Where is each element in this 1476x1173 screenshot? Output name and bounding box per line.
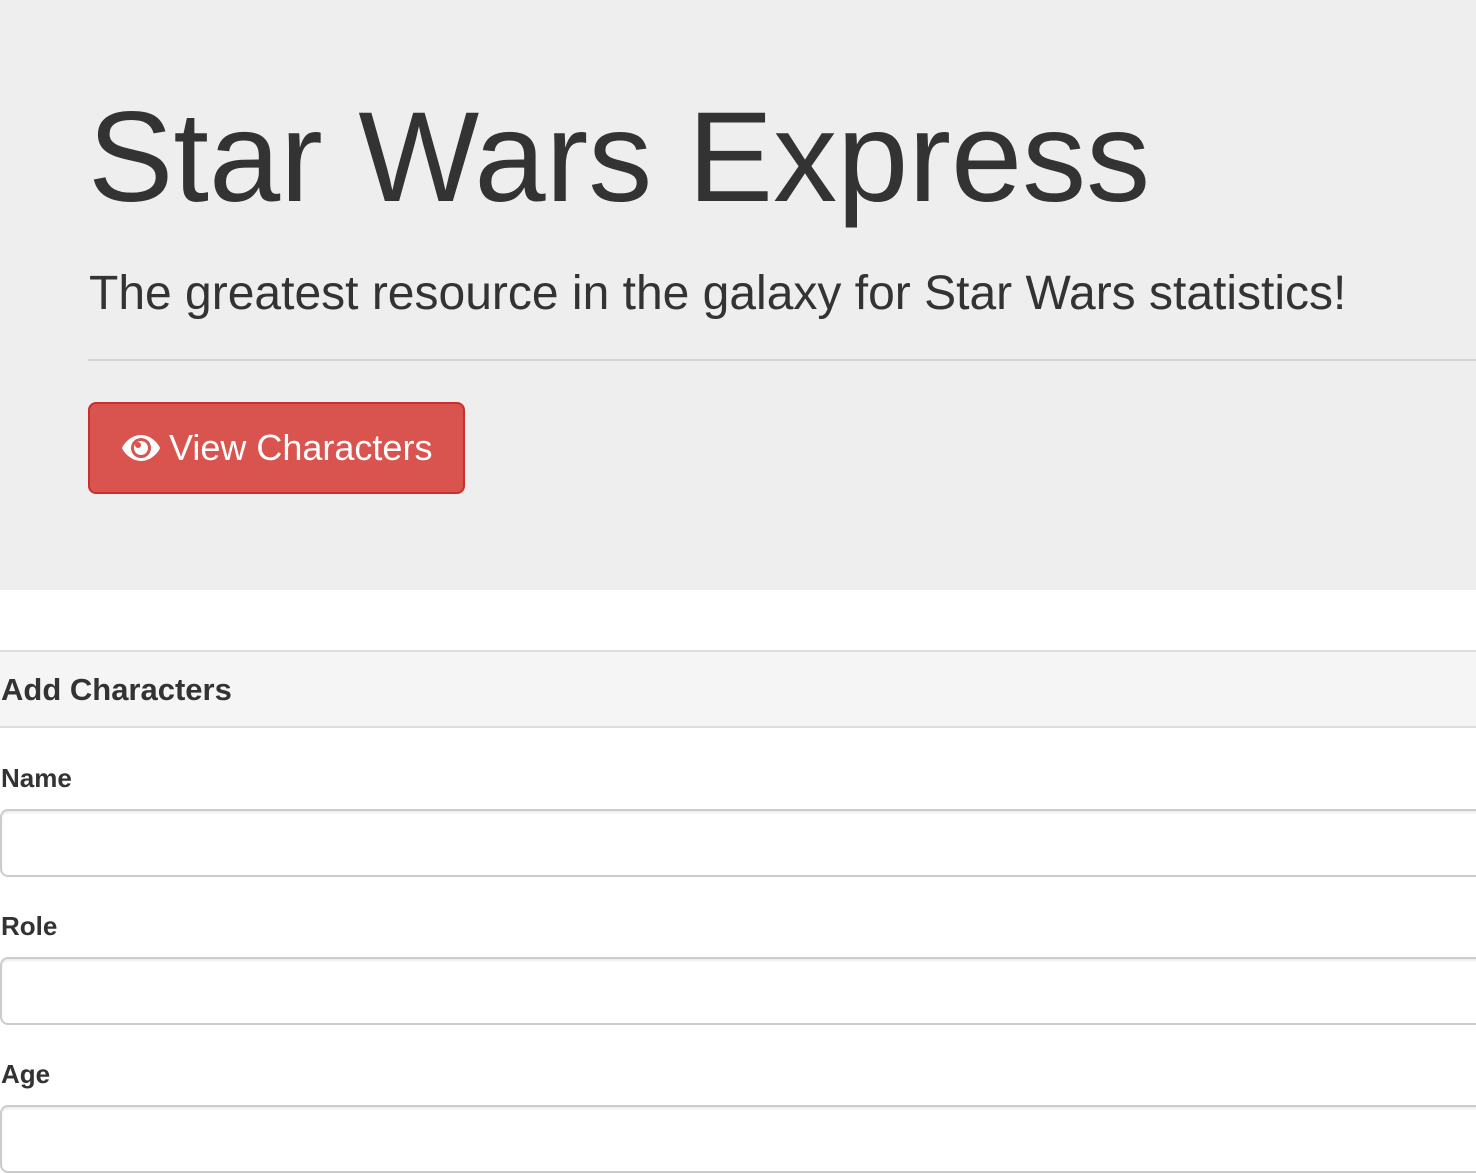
- jumbotron: Star Wars Express The greatest resource …: [0, 0, 1476, 590]
- role-input[interactable]: [0, 957, 1476, 1025]
- panel-title: Add Characters: [1, 672, 232, 707]
- name-label: Name: [1, 763, 72, 793]
- view-characters-label: View Characters: [169, 427, 433, 468]
- page-subtitle: The greatest resource in the galaxy for …: [89, 267, 1347, 320]
- add-characters-panel: Add Characters Name Role Age: [0, 650, 1476, 1173]
- divider: [88, 359, 1476, 361]
- eye-icon: [122, 435, 160, 461]
- name-input[interactable]: [0, 809, 1476, 877]
- view-characters-button[interactable]: View Characters: [88, 402, 465, 494]
- page-title: Star Wars Express: [88, 86, 1151, 229]
- age-input[interactable]: [0, 1105, 1476, 1173]
- role-label: Role: [1, 911, 58, 941]
- panel-heading: Add Characters: [0, 650, 1476, 728]
- age-label: Age: [1, 1059, 51, 1089]
